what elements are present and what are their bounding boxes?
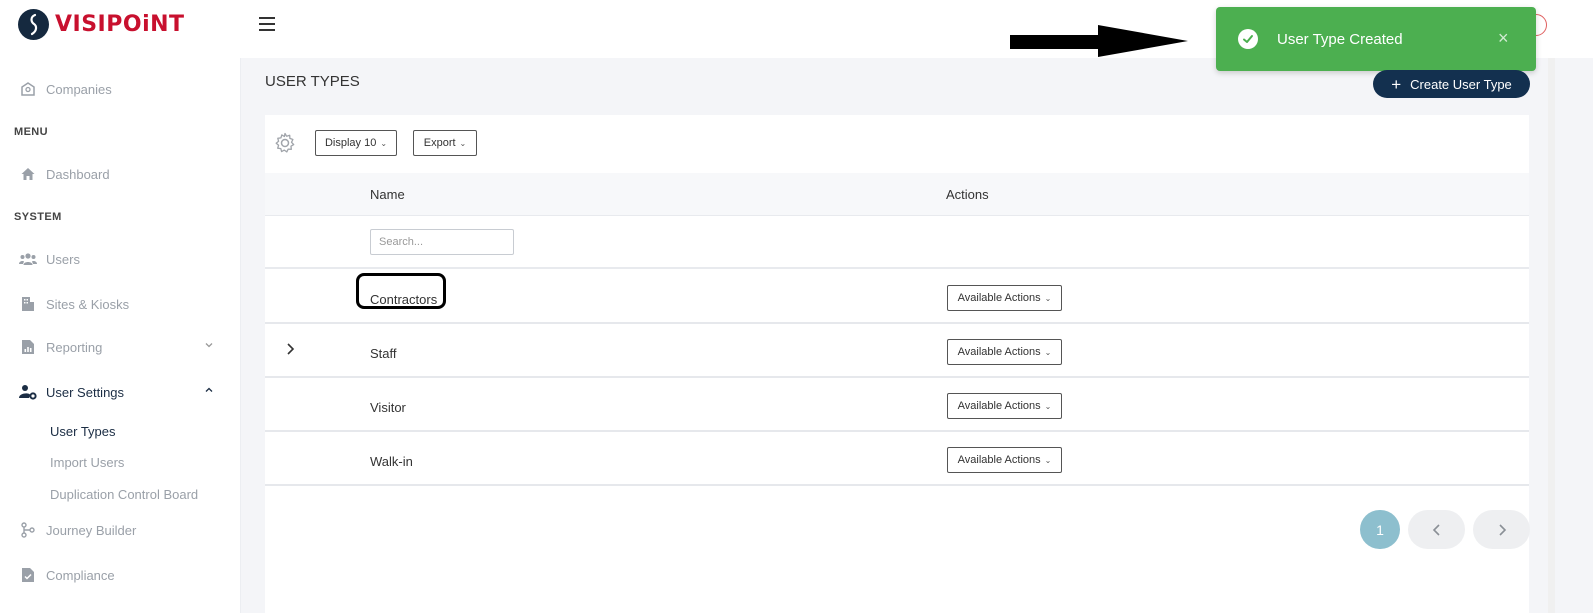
sidebar-item-label: Sites & Kiosks — [46, 296, 130, 312]
chevron-down-icon: ⌄ — [1044, 293, 1052, 303]
table-row[interactable]: Contractors Available Actions ⌄ — [265, 270, 1529, 324]
sidebar-item-users[interactable]: Users — [19, 250, 80, 268]
display-count-label: Display 10 — [324, 137, 377, 149]
page-number-button[interactable]: 1 — [1360, 510, 1400, 549]
sidebar-item-compliance[interactable]: Compliance — [19, 566, 115, 584]
sidebar-item-reporting[interactable]: Reporting — [19, 338, 102, 356]
sidebar-item-label: Companies — [46, 81, 112, 97]
check-circle-icon — [1238, 29, 1258, 49]
home-icon — [19, 165, 37, 183]
create-user-type-button[interactable]: + Create User Type — [1373, 70, 1530, 98]
sidebar-subitem-duplication-control[interactable]: Duplication Control Board — [50, 487, 198, 502]
chevron-down-icon: ⌄ — [1044, 455, 1052, 465]
gear-icon[interactable] — [274, 132, 296, 154]
sidebar-item-label: Compliance — [46, 567, 115, 583]
building-office-icon — [19, 295, 37, 313]
actions-label: Available Actions — [957, 400, 1041, 412]
sidebar-item-label: Journey Builder — [46, 522, 137, 538]
row-name: Visitor — [370, 400, 406, 415]
sidebar-item-sites-kiosks[interactable]: Sites & Kiosks — [19, 295, 129, 313]
create-button-label: Create User Type — [1410, 76, 1512, 92]
sidebar-item-companies[interactable]: Companies — [19, 80, 112, 98]
name-search-input[interactable] — [370, 229, 514, 255]
annotation-arrow — [1010, 25, 1188, 57]
sidebar-subitem-user-types[interactable]: User Types — [50, 424, 116, 439]
sidebar-item-label: Users — [46, 251, 80, 267]
brand-name: VISIPOiNT — [55, 12, 185, 37]
table-row[interactable]: Walk-in Available Actions ⌄ — [265, 432, 1529, 486]
annotation-highlight — [356, 273, 446, 309]
plus-icon: + — [1391, 74, 1402, 94]
actions-label: Available Actions — [957, 346, 1041, 358]
chevron-down-icon: ⌄ — [459, 138, 467, 148]
available-actions-dropdown[interactable]: Available Actions ⌄ — [947, 447, 1062, 473]
sidebar-item-user-settings[interactable]: User Settings — [19, 383, 124, 401]
chevron-down-icon[interactable] — [204, 340, 214, 353]
available-actions-dropdown[interactable]: Available Actions ⌄ — [947, 393, 1062, 419]
previous-page-button[interactable] — [1408, 510, 1465, 549]
export-dropdown[interactable]: Export ⌄ — [413, 130, 477, 156]
building-icon — [19, 80, 37, 98]
actions-label: Available Actions — [957, 292, 1041, 304]
logo-mark-icon — [18, 9, 49, 40]
chevron-down-icon: ⌄ — [1044, 401, 1052, 411]
available-actions-dropdown[interactable]: Available Actions ⌄ — [947, 339, 1062, 365]
page-title: USER TYPES — [265, 73, 360, 90]
success-toast: User Type Created × — [1216, 7, 1536, 71]
chevron-down-icon: ⌄ — [380, 138, 388, 148]
sidebar-item-label: User Settings — [46, 384, 125, 400]
sidebar-subitem-import-users[interactable]: Import Users — [50, 455, 124, 470]
toast-close-icon[interactable]: × — [1498, 28, 1509, 49]
row-name: Walk-in — [370, 454, 413, 469]
chevron-down-icon: ⌄ — [1044, 347, 1052, 357]
menu-toggle-icon[interactable] — [259, 17, 275, 31]
chevron-right-icon[interactable] — [285, 342, 295, 359]
sidebar-item-label: Reporting — [46, 339, 103, 355]
users-icon — [19, 250, 37, 268]
available-actions-dropdown[interactable]: Available Actions ⌄ — [947, 285, 1062, 311]
table-row[interactable]: Visitor Available Actions ⌄ — [265, 378, 1529, 432]
visipoint-logo[interactable]: VISIPOiNT — [18, 9, 185, 40]
table-row[interactable]: Staff Available Actions ⌄ — [265, 324, 1529, 378]
table-header: Name Actions — [265, 173, 1529, 216]
user-cog-icon — [19, 383, 37, 401]
next-page-button[interactable] — [1473, 510, 1530, 549]
sidebar-item-journey-builder[interactable]: Journey Builder — [19, 521, 136, 539]
display-count-dropdown[interactable]: Display 10 ⌄ — [315, 130, 397, 156]
vertical-scrollbar[interactable] — [1548, 58, 1555, 613]
sidebar-item-label: Dashboard — [46, 166, 110, 182]
sidebar: Companies MENU Dashboard SYSTEM Users Si… — [0, 58, 241, 613]
export-label: Export — [423, 137, 456, 149]
toast-message: User Type Created — [1277, 31, 1403, 48]
git-branch-icon — [19, 521, 37, 539]
section-label-system: SYSTEM — [14, 211, 62, 223]
chevron-up-icon[interactable] — [204, 385, 214, 398]
column-header-name[interactable]: Name — [370, 187, 405, 202]
chevron-right-icon — [1498, 523, 1506, 536]
file-check-icon — [19, 566, 37, 584]
report-icon — [19, 338, 37, 356]
sidebar-item-dashboard[interactable]: Dashboard — [19, 165, 110, 183]
chevron-left-icon — [1432, 523, 1440, 536]
section-label-menu: MENU — [14, 126, 48, 138]
column-header-actions: Actions — [946, 187, 989, 202]
row-name: Staff — [370, 346, 397, 361]
actions-label: Available Actions — [957, 454, 1041, 466]
